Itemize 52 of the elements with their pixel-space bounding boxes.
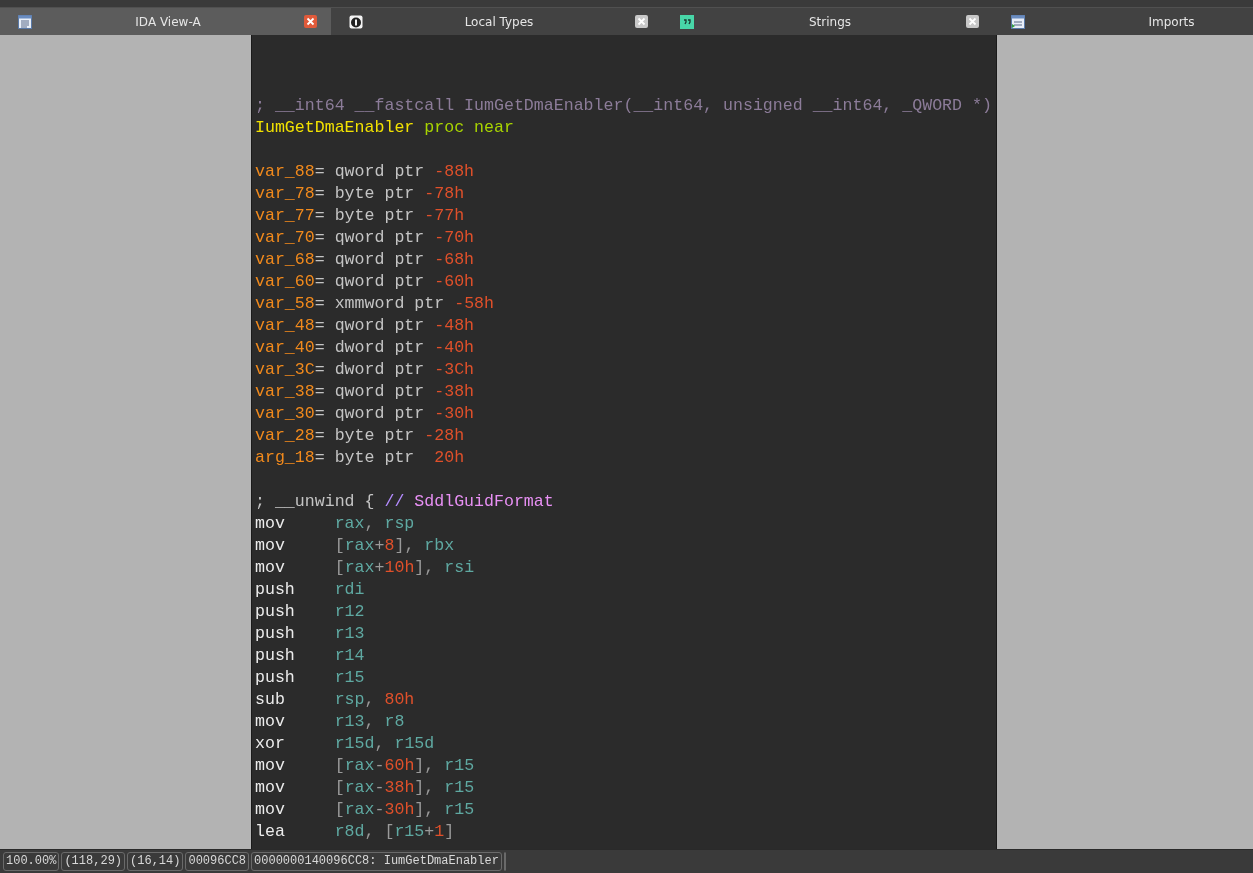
code-line: var_38= qword ptr -38h (255, 381, 476, 403)
code-line: var_60= qword ptr -60h (255, 271, 476, 293)
code-line: xor r15d, r15d (255, 733, 436, 755)
code-line: mov rax, rsp (255, 513, 416, 535)
code-line: var_30= qword ptr -30h (255, 403, 476, 425)
tab-label: IDA View-A (134, 14, 202, 29)
code-line: mov [rax-60h], r15 (255, 755, 476, 777)
tab[interactable]: Strings (662, 8, 993, 35)
code-line: mov [rax-30h], r15 (255, 799, 476, 821)
status-field: 0000000140096CC8: IumGetDmaEnabler (251, 852, 502, 871)
code-line: arg_18= byte ptr 20h (255, 447, 466, 469)
code-line: var_48= qword ptr -48h (255, 315, 476, 337)
code-line: var_88= qword ptr -88h (255, 161, 476, 183)
code-line: var_68= qword ptr -68h (255, 249, 476, 271)
code-line: mov [rax+10h], rsi (255, 557, 476, 579)
close-icon[interactable] (304, 15, 317, 28)
close-icon[interactable] (966, 15, 979, 28)
code-line: var_3C= dword ptr -3Ch (255, 359, 476, 381)
status-field (503, 852, 506, 871)
code-line: push r15 (255, 667, 366, 689)
code-line: var_58= xmmword ptr -58h (255, 293, 495, 315)
code-line: var_77= byte ptr -77h (255, 205, 466, 227)
code-line: push r13 (255, 623, 366, 645)
code-line: var_40= dword ptr -40h (255, 337, 476, 359)
status-field: 00096CC8 (185, 852, 250, 871)
code-line: push r12 (255, 601, 366, 623)
tab[interactable]: Imports (993, 8, 1253, 35)
quote-icon (680, 14, 694, 29)
code-line: lea r8d, [r15+1] (255, 821, 456, 843)
tab[interactable]: IDA View-A (0, 8, 331, 35)
status-field: 100.00% (3, 852, 60, 871)
tab[interactable]: Local Types (331, 8, 662, 35)
code-line: var_70= qword ptr -70h (255, 227, 476, 249)
code-line: mov [rax-38h], r15 (255, 777, 476, 799)
tab-label: Local Types (463, 14, 535, 29)
code-line: sub rsp, 80h (255, 689, 416, 711)
code-line: push rdi (255, 579, 366, 601)
status-field: (16,14) (127, 852, 184, 871)
code-line: IumGetDmaEnabler proc near (255, 117, 515, 139)
code-line: var_28= byte ptr -28h (255, 425, 466, 447)
code-line: push r14 (255, 645, 366, 667)
code-line: ; __unwind { // SddlGuidFormat (255, 491, 555, 513)
status-field: (118,29) (61, 852, 126, 871)
code-line: ; __int64 __fastcall IumGetDmaEnabler(__int64, unsigned __int64, _QWORD *) (255, 95, 992, 117)
code-line: mov [rax+8], rbx (255, 535, 456, 557)
tab-label: Strings (807, 14, 853, 29)
code-line: mov r13, r8 (255, 711, 406, 733)
close-icon[interactable] (635, 15, 648, 28)
code-line: var_78= byte ptr -78h (255, 183, 466, 205)
tab-label: Imports (1147, 14, 1196, 29)
listing-icon (18, 14, 32, 29)
type-library-icon (349, 14, 363, 29)
